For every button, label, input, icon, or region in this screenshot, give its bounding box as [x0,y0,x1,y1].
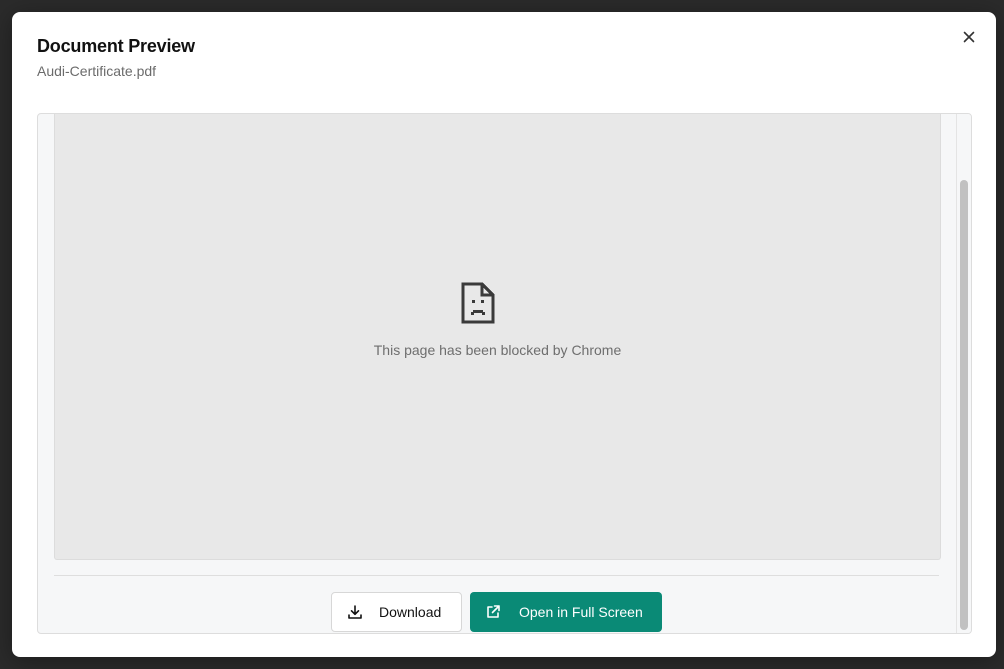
download-button[interactable]: Download [331,592,462,632]
dialog-title: Document Preview [37,36,195,56]
viewer-divider [54,575,939,576]
dialog-filename: Audi-Certificate.pdf [37,63,157,79]
blocked-message: This page has been blocked by Chrome [373,342,622,358]
download-label: Download [379,604,442,620]
sad-document-icon [461,282,495,324]
pdf-embed-frame: This page has been blocked by Chrome [54,114,941,560]
document-viewer[interactable]: This page has been blocked by Chrome Dow… [37,113,972,634]
document-preview-dialog: Document Preview Audi-Certificate.pdf Th… [12,12,996,657]
download-icon [348,605,362,619]
vertical-scrollbar[interactable] [956,114,971,633]
open-fullscreen-label: Open in Full Screen [519,604,643,620]
scrollbar-thumb[interactable] [960,180,968,630]
close-icon [963,31,975,43]
close-button[interactable] [958,26,980,48]
open-fullscreen-button[interactable]: Open in Full Screen [470,592,662,632]
external-link-icon [487,605,500,618]
